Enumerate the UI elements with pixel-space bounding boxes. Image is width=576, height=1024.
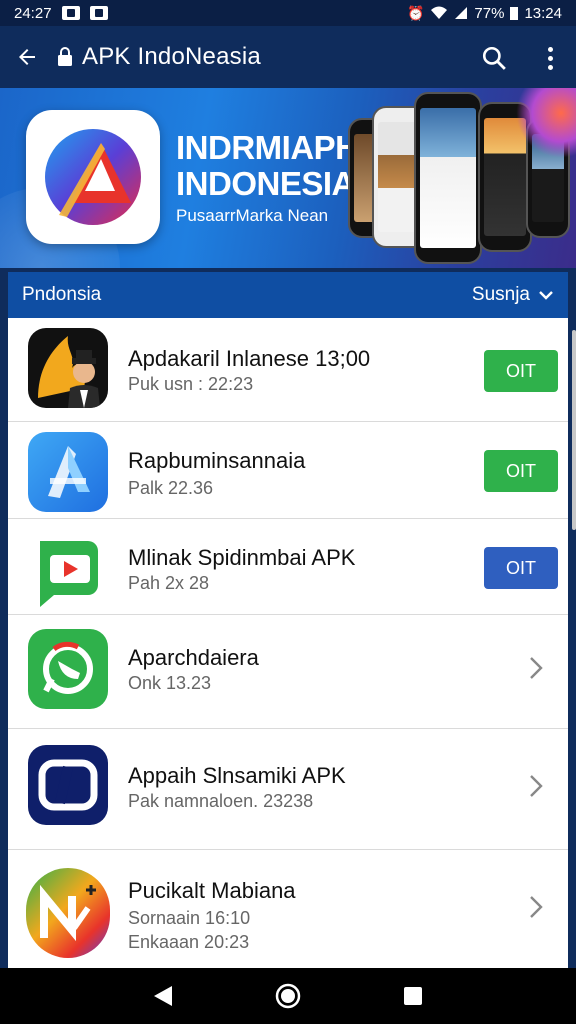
app-meta: Puk usn : 22:23: [128, 374, 254, 394]
app-meta: Pak namnaloen. 23238: [128, 791, 314, 811]
nav-recents-button[interactable]: [393, 976, 433, 1016]
app-meta: Palk 22.36: [128, 478, 214, 498]
get-button[interactable]: OIT: [484, 450, 558, 492]
get-button[interactable]: OIT: [484, 547, 558, 589]
list-item[interactable]: Appaih Slnsamiki APK Pak namnaloen. 2323…: [8, 729, 568, 850]
app-name: Apdakaril Inlanese 13;00: [128, 346, 371, 371]
nav-recents-icon: [404, 987, 423, 1005]
get-button[interactable]: OIT: [484, 350, 558, 392]
app-name: Mlinak Spidinmbai APK: [128, 545, 356, 570]
banner-phone-4: [478, 102, 532, 252]
app-icon-play: [28, 531, 108, 611]
app-icon-avatar: [28, 328, 108, 408]
app-name: Appaih Slnsamiki APK: [128, 763, 346, 788]
banner-app-logo: [26, 110, 160, 244]
chevron-down-icon: [539, 291, 553, 300]
banner-title: INDRMIAPH INDONESIA: [176, 129, 359, 202]
sort-dropdown[interactable]: Susnja: [472, 284, 554, 306]
status-time-right: 13:24: [524, 4, 562, 22]
back-button[interactable]: [0, 26, 54, 88]
banner-subtitle: PusaarrMarka Nean: [176, 206, 329, 225]
list-item[interactable]: Pucikalt Mabiana Sornaain 16:10 Enkaaan …: [8, 850, 568, 968]
app-bar: APK IndoNeasia: [0, 26, 576, 88]
status-bar: 24:27 ⏰ 77% 13:24: [0, 0, 576, 26]
app-icon-n-logo: [26, 868, 110, 958]
app-icon-frame: [28, 745, 108, 825]
search-button[interactable]: [474, 38, 514, 78]
page-title: APK IndoNeasia: [82, 43, 261, 70]
list-item[interactable]: Aparchdaiera Onk 13.23: [8, 615, 568, 729]
nav-back-button[interactable]: [143, 976, 183, 1016]
app-icon-chat: [28, 629, 108, 709]
more-options-button[interactable]: [536, 38, 564, 78]
search-icon: [482, 46, 506, 70]
app-meta: Pah 2x 28: [128, 573, 210, 593]
more-vert-icon: [547, 46, 553, 52]
nav-home-icon: [275, 983, 301, 1009]
list-item[interactable]: Rapbuminsannaia Palk 22.36 OIT: [8, 422, 568, 519]
nav-home-button[interactable]: [268, 976, 308, 1016]
nav-back-icon: [153, 986, 172, 1006]
banner-phone-3: [414, 92, 482, 264]
list-item[interactable]: Apdakaril Inlanese 13;00 Puk usn : 22:23…: [8, 318, 568, 422]
chevron-right-icon[interactable]: [524, 653, 548, 683]
alarm-icon: ⏰: [406, 4, 425, 21]
battery-icon: [510, 7, 519, 20]
app-list: Apdakaril Inlanese 13;00 Puk usn : 22:23…: [8, 318, 568, 968]
sort-label: Susnja: [471, 284, 530, 305]
chevron-right-icon[interactable]: [524, 771, 548, 801]
banner-phone-5: [526, 118, 570, 238]
battery-percent: 77%: [474, 4, 505, 22]
back-arrow-icon: [19, 49, 35, 65]
scrollbar[interactable]: [572, 330, 576, 530]
mail-icon: [89, 6, 108, 20]
app-name: Aparchdaiera: [128, 645, 259, 670]
section-header: Pndonsia Susnja: [8, 272, 568, 318]
hero-banner[interactable]: INDRMIAPH INDONESIA PusaarrMarka Nean: [0, 88, 576, 268]
app-meta: Sornaain 16:10: [128, 908, 251, 928]
app-meta: Onk 13.23: [128, 673, 212, 693]
status-time-left: 24:27: [14, 4, 52, 22]
section-label: Pndonsia: [22, 284, 102, 305]
wifi-icon: [431, 6, 448, 19]
signal-icon: [455, 7, 468, 19]
notification-icon: [61, 6, 80, 20]
list-item[interactable]: Mlinak Spidinmbai APK Pah 2x 28 OIT: [8, 519, 568, 615]
app-meta-secondary: Enkaaan 20:23: [128, 932, 250, 952]
system-nav-bar: [0, 968, 576, 1024]
lock-icon: [54, 47, 76, 67]
app-name: Rapbuminsannaia: [128, 448, 306, 473]
app-name: Pucikalt Mabiana: [128, 878, 296, 903]
app-icon-a-logo: [28, 432, 108, 512]
chevron-right-icon[interactable]: [524, 892, 548, 922]
